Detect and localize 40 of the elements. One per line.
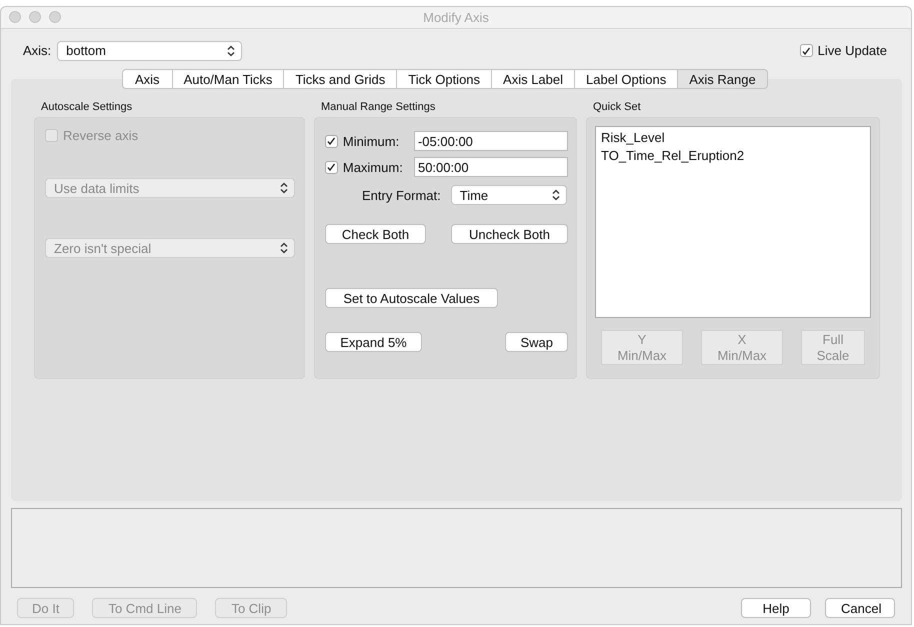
caret-icon [280,242,288,254]
tab[interactable]: Axis [122,69,173,89]
button[interactable]: Set to Autoscale Values [325,288,498,308]
field-label: Entry Format: [362,188,441,202]
list-item[interactable]: TO_Time_Rel_Eruption2 [601,147,865,165]
tab[interactable]: Ticks and Grids [284,69,398,89]
checkbox[interactable] [325,134,338,148]
tab[interactable]: Tick Options [397,69,492,89]
input-field[interactable]: -05:00:00 [414,131,568,151]
axis-label: Axis: [23,43,52,58]
group-title: Manual Range Settings [320,101,436,115]
axis-select[interactable]: bottom [57,40,242,60]
group-title: Autoscale Settings [40,101,134,115]
format-select[interactable]: Time [450,185,567,205]
checkbox[interactable] [800,44,813,57]
list-item[interactable]: Risk_Level [601,129,865,147]
caret-icon [227,44,236,56]
button[interactable]: Help [741,598,811,618]
caret-icon [280,182,288,194]
button[interactable]: Uncheck Both [451,224,568,244]
button[interactable]: Cancel [825,598,895,618]
checkbox-label: Live Update [818,43,887,58]
window-control-icon[interactable] [9,11,21,23]
button[interactable]: Expand 5% [325,332,422,352]
checkbox-label: Reverse axis [63,128,138,143]
window-control-icon[interactable] [29,11,41,23]
button[interactable]: Swap [505,332,568,352]
tab[interactable]: Label Options [575,69,678,89]
window-title: Modify Axis [423,10,489,25]
field-label: Maximum: [342,160,404,174]
caret-icon [552,189,560,201]
tab[interactable]: Axis Label [492,69,576,89]
group-title: Quick Set [592,101,642,115]
tab[interactable]: Auto/Man Ticks [172,69,284,89]
checkbox[interactable] [325,160,338,174]
field-label: Minimum: [342,134,400,148]
window-control-icon[interactable] [49,11,61,23]
input-field[interactable]: 50:00:00 [414,157,568,177]
tab[interactable]: Axis Range [678,69,768,89]
button[interactable]: Check Both [325,224,426,244]
